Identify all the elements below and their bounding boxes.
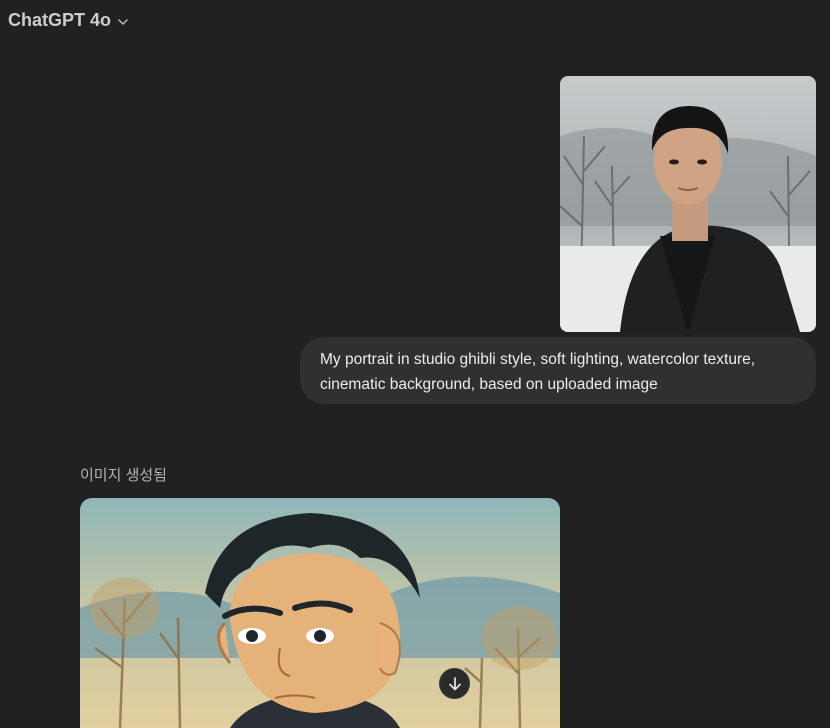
image-generated-label: 이미지 생성됨 (80, 467, 167, 484)
model-name: ChatGPT 4o (8, 10, 112, 30)
uploaded-portrait-photo[interactable] (560, 76, 816, 332)
scroll-down-button[interactable] (439, 668, 470, 699)
user-message-text: My portrait in studio ghibli style, soft… (320, 351, 756, 393)
model-selector[interactable]: ChatGPT 4o (8, 10, 129, 31)
arrow-down-icon (448, 676, 461, 690)
user-message-bubble: My portrait in studio ghibli style, soft… (300, 337, 816, 404)
generated-ghibli-portrait[interactable] (80, 498, 560, 728)
chevron-down-icon (118, 18, 128, 25)
